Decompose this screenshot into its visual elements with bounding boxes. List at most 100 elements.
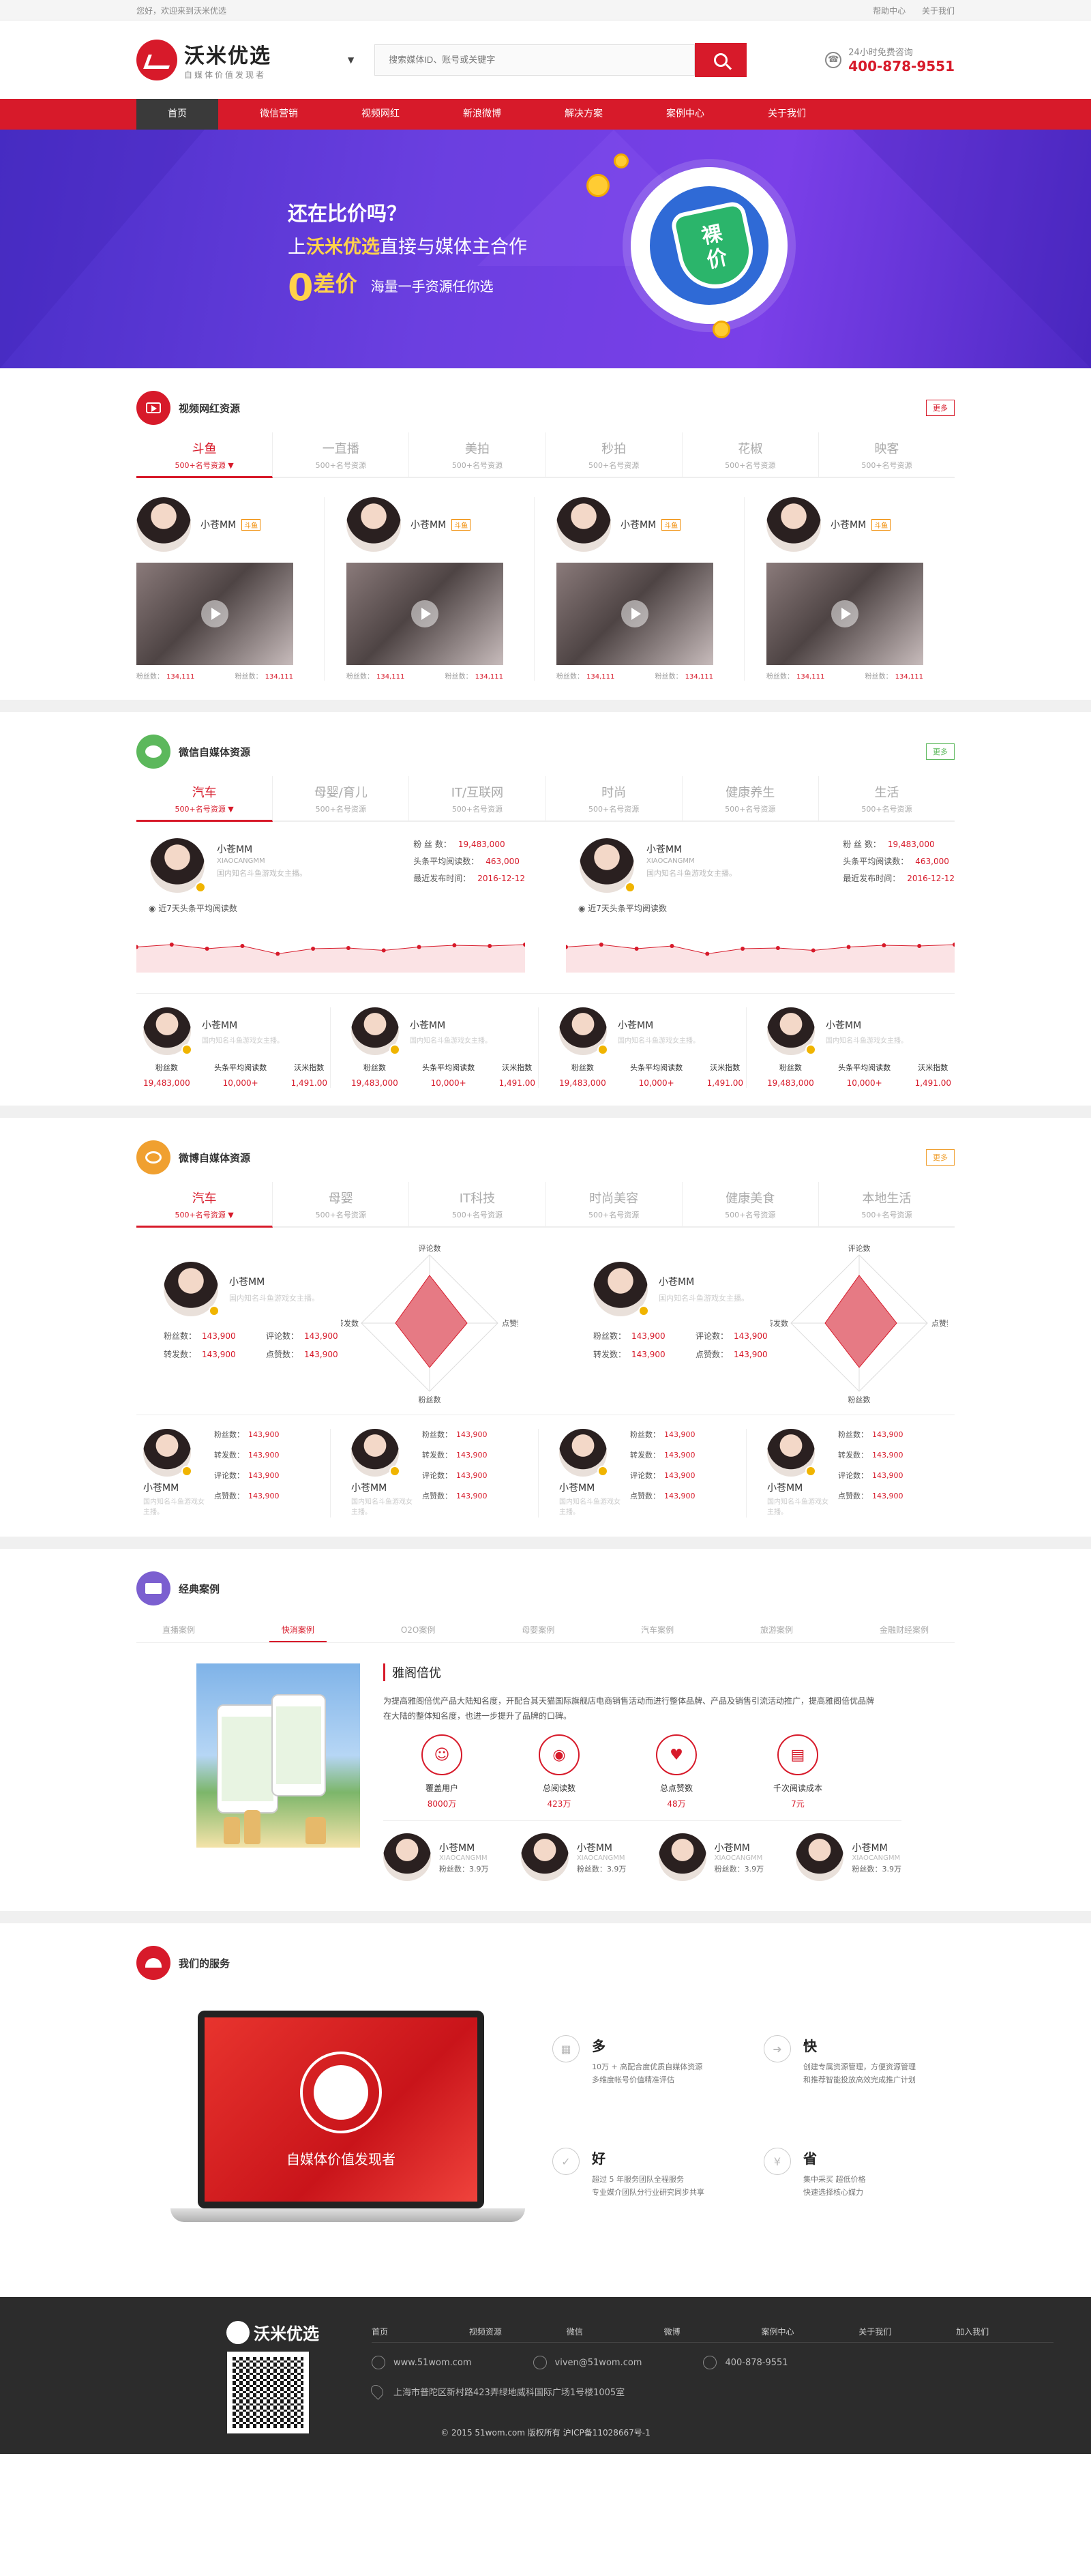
tab-maternal-case[interactable]: 母婴案例 xyxy=(509,1618,567,1642)
tab-fmcg-case[interactable]: 快消案例 xyxy=(269,1618,327,1642)
tab-live-case[interactable]: 直播案例 xyxy=(150,1618,207,1642)
influencer-item[interactable]: 小苍MM XIAOCANGMM 粉丝数：3.9万 xyxy=(658,1833,764,1881)
tab-yizhibo[interactable]: 一直播 500+名号资源 xyxy=(273,432,410,477)
tab-car-case[interactable]: 汽车案例 xyxy=(629,1618,686,1642)
video-thumbnail[interactable] xyxy=(136,563,293,665)
nav-sina-weibo[interactable]: 新浪微博 xyxy=(441,99,523,130)
case-title: 雅阁倍优 xyxy=(383,1663,881,1681)
nav-solutions[interactable]: 解决方案 xyxy=(543,99,625,130)
about-us-link[interactable]: 关于我们 xyxy=(922,6,955,16)
wechat-featured-account[interactable]: 小苍MM XIAOCANGMM 国内知名斗鱼游戏女主播。 粉 丝 数： 19,483,… xyxy=(134,838,527,975)
footer-link-join[interactable]: 加入我们 xyxy=(956,2326,1053,2337)
fast-icon: ➜ xyxy=(764,2035,791,2062)
video-card[interactable]: 小苍MM 斗鱼 粉丝数： 134,111 粉丝数： 134,111 xyxy=(346,497,535,681)
weibo-card[interactable]: 小苍MM 国内知名斗鱼游戏女主播。 粉丝数： 143,900 转发数： 143,900 评… xyxy=(552,1429,747,1518)
trend-point xyxy=(240,944,245,948)
influencer-item[interactable]: 小苍MM XIAOCANGMM 粉丝数：3.9万 xyxy=(520,1833,626,1881)
video-card[interactable]: 小苍MM 斗鱼 粉丝数： 134,111 粉丝数： 134,111 xyxy=(556,497,745,681)
wechat-more-button[interactable]: 更多 xyxy=(926,743,955,760)
logo[interactable]: 沃米优选 自媒体价值发现者 xyxy=(136,39,341,80)
footer-link-home[interactable]: 首页 xyxy=(372,2326,469,2337)
wechat-card[interactable]: 小苍MM 国内知名斗鱼游戏女主播。 粉丝数 19,483,000 头条平均阅读数 10,… xyxy=(552,1007,747,1088)
trend-point xyxy=(846,945,851,949)
video-thumbnail[interactable] xyxy=(766,563,923,665)
footer-link-weibo[interactable]: 微博 xyxy=(664,2326,762,2337)
weibo-card[interactable]: 小苍MM 国内知名斗鱼游戏女主播。 粉丝数： 143,900 转发数： 143,900 评… xyxy=(136,1429,331,1518)
nav-wechat-marketing[interactable]: 微信营销 xyxy=(238,99,320,130)
video-thumbnail[interactable] xyxy=(556,563,713,665)
tab-o2o-case[interactable]: O2O案例 xyxy=(389,1618,448,1642)
help-center-link[interactable]: 帮助中心 xyxy=(873,6,906,16)
logo-mark-icon xyxy=(136,39,177,80)
play-icon xyxy=(201,600,228,627)
footer-email[interactable]: viven@51wom.com xyxy=(555,2358,642,2368)
header: 沃米优选 自媒体价值发现者 ▼ ☎ 24小时免费咨询 400-878-9551 xyxy=(0,20,1091,99)
banner-illustration: 裸 价 xyxy=(631,167,788,324)
tab-miaopai[interactable]: 秒拍 500+名号资源 xyxy=(546,432,683,477)
wechat-card[interactable]: 小苍MM 国内知名斗鱼游戏女主播。 粉丝数 19,483,000 头条平均阅读数 10,… xyxy=(136,1007,331,1088)
top-bar: 您好，欢迎来到沃米优选 帮助中心 关于我们 xyxy=(0,0,1091,20)
hotline-label: 24小时免费咨询 xyxy=(848,48,913,58)
weibo-featured-account[interactable]: 小苍MM 国内知名斗鱼游戏女主播。 粉丝数： 143,900 评论数： 143,900 转… xyxy=(566,1241,955,1405)
verified-badge-icon xyxy=(597,1044,608,1055)
weibo-more-button[interactable]: 更多 xyxy=(926,1149,955,1166)
tab-beauty[interactable]: 时尚美容 500+名号资源 xyxy=(546,1182,683,1226)
hero-banner[interactable]: 还在比价吗？ 上沃米优选直接与媒体主合作 0差价 海量一手资源任你选 裸 价 xyxy=(0,130,1091,368)
avatar xyxy=(658,1833,706,1881)
footer-logo[interactable]: 沃米优选 xyxy=(226,2320,319,2344)
footer-link-about[interactable]: 关于我们 xyxy=(858,2326,956,2337)
wechat-section: 微信自媒体资源 更多 汽车 500+名号资源 ▼ 母婴/育儿 500+名号资源 IT… xyxy=(0,712,1091,1118)
wechat-featured-account[interactable]: 小苍MM XIAOCANGMM 国内知名斗鱼游戏女主播。 粉 丝 数： 19,483,… xyxy=(564,838,957,975)
avatar xyxy=(351,1429,400,1477)
search-input[interactable] xyxy=(374,44,696,76)
tab-it[interactable]: IT/互联网 500+名号资源 xyxy=(409,776,546,820)
footer-link-video[interactable]: 视频资源 xyxy=(469,2326,567,2337)
weibo-card[interactable]: 小苍MM 国内知名斗鱼游戏女主播。 粉丝数： 143,900 转发数： 143,900 评… xyxy=(760,1429,955,1518)
avatar xyxy=(593,1262,649,1316)
wechat-card[interactable]: 小苍MM 国内知名斗鱼游戏女主播。 粉丝数 19,483,000 头条平均阅读数 10,… xyxy=(760,1007,955,1088)
tab-maternal[interactable]: 母婴 500+名号资源 xyxy=(273,1182,410,1226)
footer-link-cases[interactable]: 案例中心 xyxy=(761,2326,858,2337)
tab-car[interactable]: 汽车 500+名号资源 ▼ xyxy=(136,776,273,822)
footer-link-wechat[interactable]: 微信 xyxy=(567,2326,664,2337)
video-card[interactable]: 小苍MM 斗鱼 粉丝数： 134,111 粉丝数： 134,111 xyxy=(136,497,325,681)
search-type-dropdown-icon[interactable]: ▼ xyxy=(348,55,354,65)
radar-label-bottom: 粉丝数 xyxy=(848,1395,871,1404)
wechat-card[interactable]: 小苍MM 国内知名斗鱼游戏女主播。 粉丝数 19,483,000 头条平均阅读数 10,… xyxy=(344,1007,539,1088)
tab-douyu[interactable]: 斗鱼 500+名号资源 ▼ xyxy=(136,432,273,478)
video-more-button[interactable]: 更多 xyxy=(926,400,955,416)
video-thumbnail[interactable] xyxy=(346,563,503,665)
tab-meipai[interactable]: 美拍 500+名号资源 xyxy=(409,432,546,477)
nav-about-us[interactable]: 关于我们 xyxy=(746,99,828,130)
shield-icon: 裸 价 xyxy=(669,199,760,296)
briefcase-icon xyxy=(136,1571,170,1605)
trend-point xyxy=(417,945,421,949)
tab-yingke[interactable]: 映客 500+名号资源 xyxy=(819,432,955,477)
play-icon xyxy=(411,600,438,627)
tab-huajiao[interactable]: 花椒 500+名号资源 xyxy=(683,432,819,477)
tab-finance-case[interactable]: 金融财经案例 xyxy=(867,1618,941,1642)
tab-car[interactable]: 汽车 500+名号资源 ▼ xyxy=(136,1182,273,1228)
influencer-item[interactable]: 小苍MM XIAOCANGMM 粉丝数：3.9万 xyxy=(796,1833,901,1881)
tab-life[interactable]: 生活 500+名号资源 xyxy=(819,776,955,820)
nav-case-center[interactable]: 案例中心 xyxy=(644,99,726,130)
video-section: 视频网红资源 更多 斗鱼 500+名号资源 ▼ 一直播 500+名号资源 美拍 500… xyxy=(0,368,1091,712)
nav-video-influencer[interactable]: 视频网红 xyxy=(340,99,421,130)
weibo-featured-account[interactable]: 小苍MM 国内知名斗鱼游戏女主播。 粉丝数： 143,900 评论数： 143,900 转… xyxy=(136,1241,525,1405)
weibo-card[interactable]: 小苍MM 国内知名斗鱼游戏女主播。 粉丝数： 143,900 转发数： 143,900 评… xyxy=(344,1429,539,1518)
nav-home[interactable]: 首页 xyxy=(136,99,218,130)
influencer-item[interactable]: 小苍MM XIAOCANGMM 粉丝数：3.9万 xyxy=(383,1833,489,1881)
tab-food[interactable]: 健康美食 500+名号资源 xyxy=(683,1182,819,1226)
tab-travel-case[interactable]: 旅游案例 xyxy=(748,1618,805,1642)
tab-health[interactable]: 健康养生 500+名号资源 xyxy=(683,776,819,820)
tab-it-tech[interactable]: IT科技 500+名号资源 xyxy=(409,1182,546,1226)
tab-local[interactable]: 本地生活 500+名号资源 xyxy=(819,1182,955,1226)
footer-address: 上海市普陀区新村路423弄绿地威科国际广场1号楼1005室 xyxy=(393,2387,625,2398)
wechat-card-list: 小苍MM 国内知名斗鱼游戏女主播。 粉丝数 19,483,000 头条平均阅读数 10,… xyxy=(136,993,955,1106)
search-button[interactable] xyxy=(695,42,747,77)
logo-slogan: 自媒体价值发现者 xyxy=(184,70,267,80)
video-card[interactable]: 小苍MM 斗鱼 粉丝数： 134,111 粉丝数： 134,111 xyxy=(766,497,955,681)
footer-site[interactable]: www.51wom.com xyxy=(393,2358,472,2368)
tab-fashion[interactable]: 时尚 500+名号资源 xyxy=(546,776,683,820)
tab-maternal[interactable]: 母婴/育儿 500+名号资源 xyxy=(273,776,410,820)
